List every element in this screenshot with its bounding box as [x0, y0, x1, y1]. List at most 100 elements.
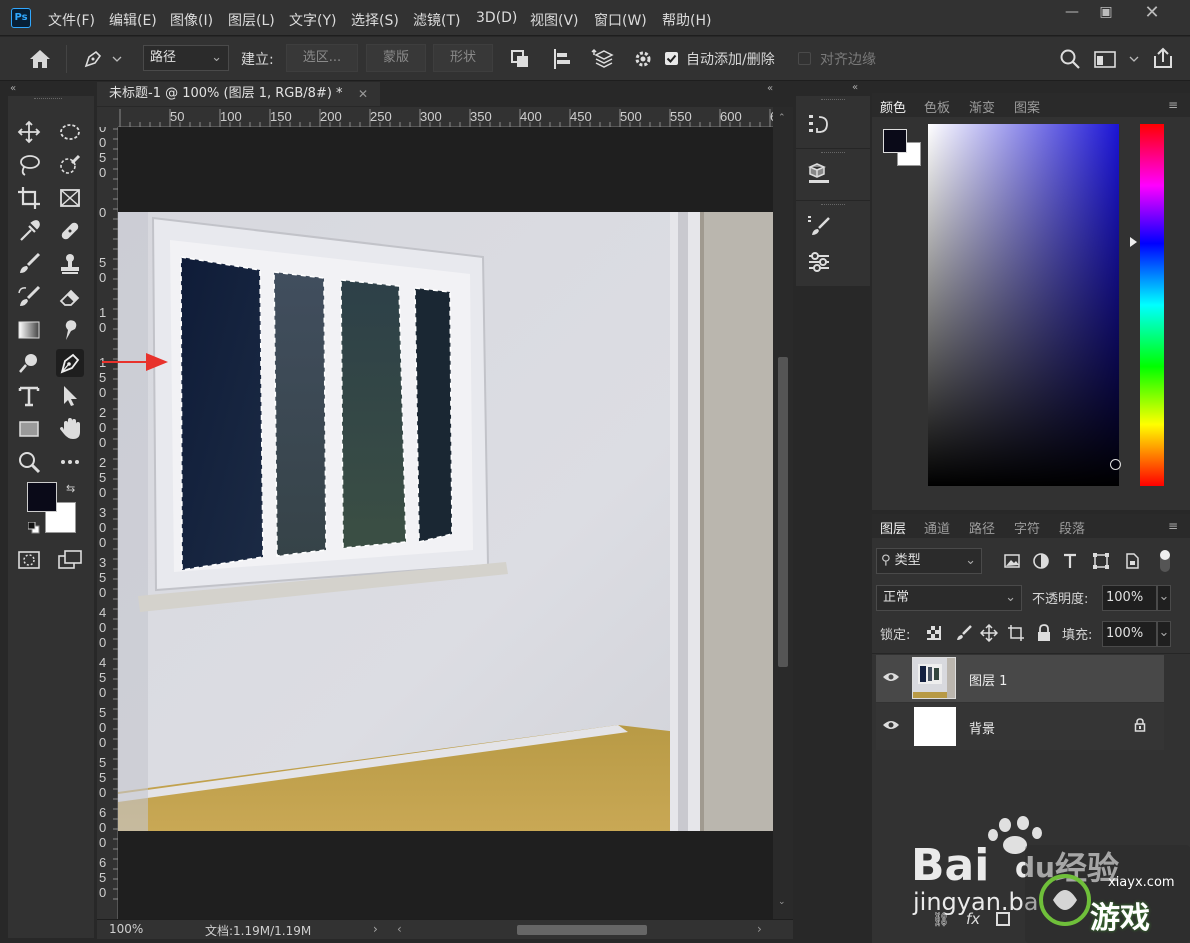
home-icon[interactable] — [28, 48, 52, 70]
pen-tool-preset-icon[interactable] — [82, 48, 122, 70]
default-colors-icon[interactable] — [28, 522, 40, 534]
menu-filter[interactable]: 滤镜(T) — [413, 10, 460, 30]
tab-gradients[interactable]: 渐变 — [969, 97, 995, 116]
filter-type-icon[interactable] — [1061, 552, 1079, 570]
lock-position-icon[interactable] — [980, 624, 998, 642]
layer-name[interactable]: 图层 1 — [969, 670, 1007, 689]
close-tab-icon[interactable]: ✕ — [358, 82, 368, 106]
document-tab[interactable]: 未标题-1 @ 100% (图层 1, RGB/8#) * ✕ — [97, 82, 380, 106]
filter-smart-object-icon[interactable] — [1123, 552, 1141, 570]
zoom-level[interactable]: 100% — [109, 922, 143, 936]
menu-help[interactable]: 帮助(H) — [662, 10, 711, 30]
tab-paragraph[interactable]: 段落 — [1059, 518, 1085, 537]
scroll-left-arrow-icon[interactable]: ‹ — [397, 922, 402, 936]
pen-tool-icon[interactable] — [56, 349, 84, 377]
history-brush-tool-icon[interactable] — [15, 283, 43, 311]
quick-selection-tool-icon[interactable] — [56, 151, 84, 179]
path-alignment-icon[interactable] — [552, 48, 572, 70]
menu-edit[interactable]: 编辑(E) — [109, 10, 157, 30]
menu-3d[interactable]: 3D(D) — [476, 10, 517, 26]
hue-slider-handle[interactable] — [1130, 237, 1137, 247]
layer-row[interactable]: 图层 1 — [876, 655, 1164, 702]
menu-select[interactable]: 选择(S) — [351, 10, 399, 30]
close-icon[interactable]: ✕ — [1134, 2, 1170, 23]
menu-view[interactable]: 视图(V) — [530, 10, 579, 30]
auto-add-delete-checkbox[interactable] — [665, 52, 678, 65]
gradient-tool-icon[interactable] — [15, 316, 43, 344]
fill-dropdown-icon[interactable]: ⌄ — [1157, 621, 1171, 647]
path-arrangement-icon[interactable] — [590, 47, 614, 71]
add-mask-icon[interactable] — [996, 912, 1010, 926]
eye-visibility-icon[interactable] — [882, 719, 900, 731]
search-icon[interactable] — [1059, 48, 1081, 70]
crop-tool-icon[interactable] — [15, 184, 43, 212]
collapse-left-icon[interactable]: « — [10, 83, 16, 94]
align-edges-checkbox[interactable] — [798, 52, 811, 65]
opacity-dropdown-icon[interactable]: ⌄ — [1157, 585, 1171, 611]
fill-input[interactable]: 100% — [1102, 621, 1157, 647]
hue-slider[interactable] — [1140, 124, 1164, 486]
minimize-icon[interactable]: — — [1054, 4, 1090, 24]
path-selection-tool-icon[interactable] — [56, 382, 84, 410]
layer-row[interactable]: 背景 — [876, 703, 1164, 750]
link-layers-icon[interactable]: ⛓ — [932, 912, 950, 928]
room-photo[interactable] — [118, 212, 773, 831]
menu-window[interactable]: 窗口(W) — [594, 10, 647, 30]
marquee-tool-icon[interactable] — [56, 118, 84, 146]
filter-shape-icon[interactable] — [1092, 552, 1110, 570]
maximize-icon[interactable]: ▣ — [1088, 4, 1124, 24]
tab-character[interactable]: 字符 — [1014, 518, 1040, 537]
shape-button[interactable]: 形状 — [433, 44, 493, 72]
adjustments-panel-icon[interactable] — [807, 250, 831, 274]
lock-artboard-icon[interactable] — [1007, 624, 1025, 642]
layer-filter-select[interactable]: ⚲ 类型 ⌄ — [876, 548, 982, 574]
canvas-area[interactable] — [102, 127, 773, 919]
frame-tool-icon[interactable] — [56, 184, 84, 212]
dodge-tool-icon[interactable] — [15, 349, 43, 377]
lock-all-icon[interactable] — [1036, 624, 1052, 642]
scroll-right-arrow-icon[interactable]: › — [757, 922, 762, 936]
blend-mode-select[interactable]: 正常 ⌄ — [876, 585, 1022, 611]
vertical-scroll-thumb[interactable] — [778, 357, 788, 667]
mask-button[interactable]: 蒙版 — [366, 44, 426, 72]
quick-mask-icon[interactable] — [15, 546, 43, 574]
menu-layer[interactable]: 图层(L) — [228, 10, 275, 30]
tab-layers[interactable]: 图层 — [880, 518, 906, 537]
lock-transparent-icon[interactable] — [927, 626, 941, 640]
collapse-mid-icon[interactable]: « — [767, 83, 773, 94]
type-tool-icon[interactable] — [15, 382, 43, 410]
tab-paths[interactable]: 路径 — [969, 518, 995, 537]
screen-mode-icon[interactable] — [56, 546, 84, 574]
layers-panel-menu-icon[interactable]: ≡ — [1168, 519, 1178, 533]
workspace-icon[interactable] — [1094, 51, 1140, 69]
healing-brush-tool-icon[interactable] — [56, 217, 84, 245]
lock-pixels-icon[interactable] — [955, 624, 973, 642]
tab-swatches[interactable]: 色板 — [924, 97, 950, 116]
layer-style-fx-icon[interactable]: fx — [966, 910, 980, 928]
tab-patterns[interactable]: 图案 — [1014, 97, 1040, 116]
rectangle-tool-icon[interactable] — [15, 415, 43, 443]
color-fg-swatch[interactable] — [883, 129, 907, 153]
path-operations-icon[interactable] — [510, 49, 530, 69]
panel-menu-icon[interactable]: ≡ — [1168, 98, 1178, 112]
menu-image[interactable]: 图像(I) — [170, 10, 213, 30]
saturation-brightness-field[interactable] — [928, 124, 1121, 486]
lasso-tool-icon[interactable] — [15, 151, 43, 179]
clone-stamp-tool-icon[interactable] — [56, 250, 84, 278]
eraser-tool-icon[interactable] — [56, 283, 84, 311]
menu-type[interactable]: 文字(Y) — [289, 10, 336, 30]
brush-tool-icon[interactable] — [15, 250, 43, 278]
share-icon[interactable] — [1152, 47, 1174, 69]
menu-file[interactable]: 文件(F) — [48, 10, 95, 30]
brush-settings-icon[interactable] — [807, 214, 831, 238]
hand-tool-icon[interactable] — [56, 415, 84, 443]
filter-toggle[interactable] — [1160, 550, 1170, 572]
history-panel-icon[interactable] — [807, 112, 831, 138]
opacity-input[interactable]: 100% — [1102, 585, 1157, 611]
3d-panel-icon[interactable] — [807, 162, 831, 188]
horizontal-scroll-thumb[interactable] — [517, 925, 647, 935]
collapse-right-icon[interactable]: « — [852, 82, 858, 93]
status-menu-arrow-icon[interactable]: › — [373, 922, 378, 936]
swap-colors-icon[interactable]: ⇆ — [66, 482, 75, 495]
mode-select[interactable]: 路径 ⌄ — [143, 45, 229, 71]
